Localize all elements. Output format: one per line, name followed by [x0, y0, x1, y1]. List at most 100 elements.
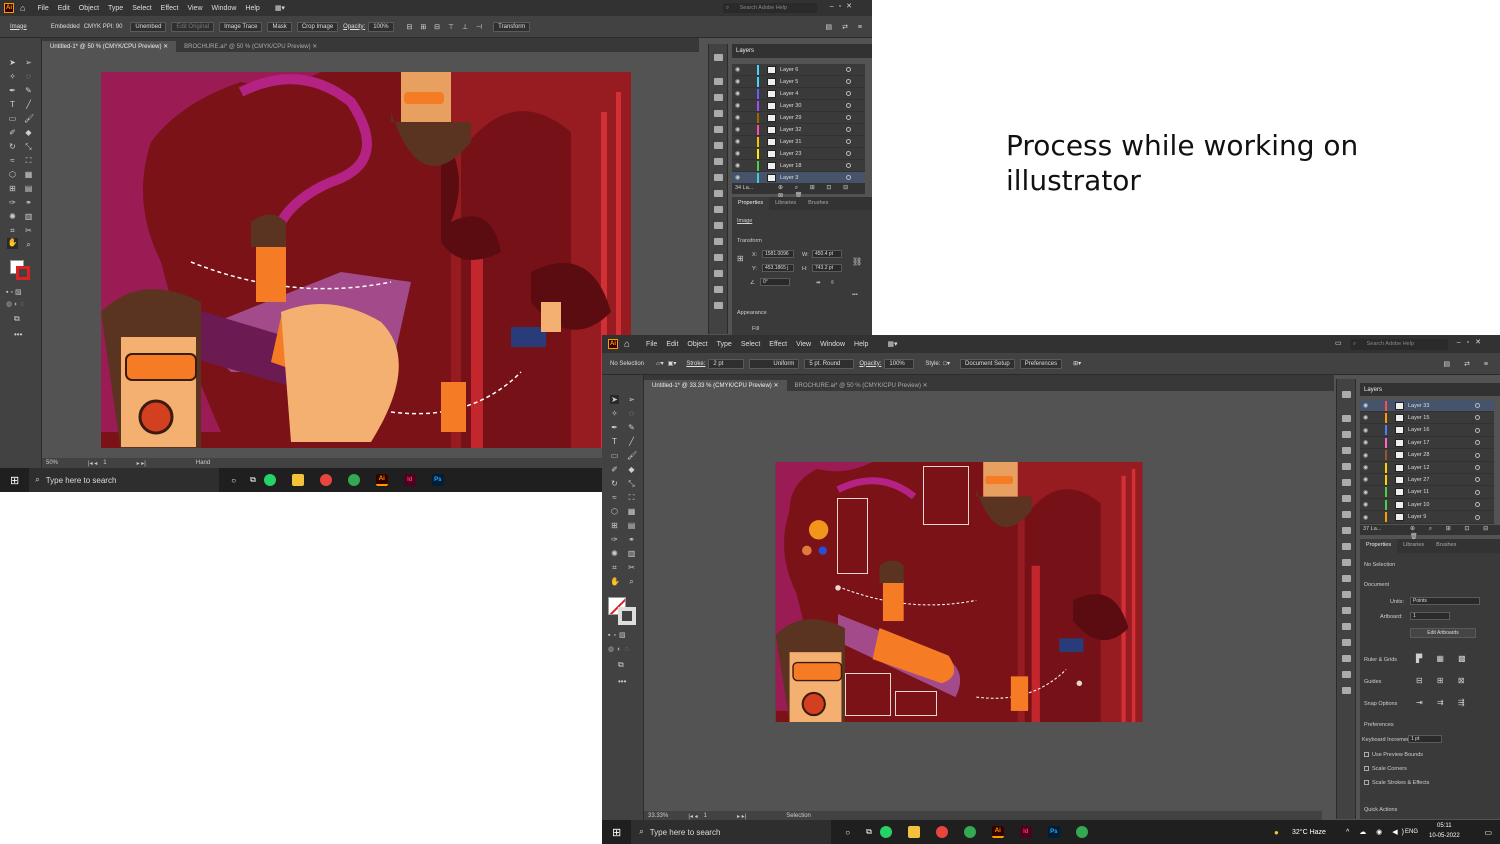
chrome-profile-icon[interactable]	[347, 474, 360, 486]
mesh-icon[interactable]: ⊞	[610, 521, 619, 530]
opacity-field[interactable]: 100%	[884, 358, 915, 369]
target-icon[interactable]	[846, 127, 851, 132]
taskbar-search[interactable]: ⌕ Type here to search	[631, 820, 832, 844]
indesign-icon[interactable]: Id	[403, 474, 416, 486]
gradient-icon[interactable]: ▤	[24, 184, 33, 193]
target-icon[interactable]	[1475, 502, 1480, 508]
indesign-icon[interactable]: Id	[1019, 826, 1032, 838]
tab-untitled[interactable]: Untitled-1* @ 33.33 % (CMYK/CPU Preview)…	[644, 380, 787, 391]
menu-type[interactable]: Type	[717, 341, 732, 348]
menu-help[interactable]: Help	[854, 341, 868, 348]
layer-row[interactable]: ◉ Layer 32	[732, 124, 865, 136]
layer-row[interactable]: ◉ Layer 9	[1360, 512, 1494, 524]
layer-row[interactable]: ◉ Layer 10	[1360, 499, 1494, 512]
y-field[interactable]: 453.1865 j	[762, 264, 794, 272]
help-search-field[interactable]: ⌕ Search Adobe Help	[723, 3, 817, 13]
draw-mode-icons[interactable]: ◍◐◌	[608, 645, 632, 653]
edit-original-button[interactable]: Edit Original	[171, 21, 215, 32]
symbol-sprayer-icon[interactable]: ✺	[610, 549, 619, 558]
curvature-tool-icon[interactable]: ✎	[24, 86, 33, 95]
graph-icon[interactable]: ▥	[627, 549, 636, 558]
menu-object[interactable]: Object	[79, 5, 99, 12]
stroke-swatch[interactable]	[16, 266, 30, 280]
eye-icon[interactable]: ◉	[1363, 414, 1371, 421]
curvature-tool-icon[interactable]: ✎	[627, 423, 636, 432]
stroke-panel-icon[interactable]	[1342, 479, 1351, 486]
scale-corners-checkbox[interactable]: Scale Corners	[1364, 766, 1407, 772]
fill-stroke-swatches[interactable]: ▱▾	[656, 360, 664, 367]
workspace-switcher-icon[interactable]: ▦▾	[275, 4, 285, 12]
flip-icons[interactable]: ⇹ ⇳	[816, 280, 839, 286]
zoom-level[interactable]: 50%	[46, 460, 58, 466]
draw-mode-icons[interactable]: ◍◐◌	[6, 300, 27, 308]
screen-mode-icon[interactable]: ⧉	[618, 660, 624, 670]
ctrl-right-icons[interactable]: ▤ ⇄ ≡	[1444, 360, 1494, 368]
canvas-area[interactable]	[644, 391, 1322, 811]
blend-icon[interactable]: ⚭	[627, 535, 636, 544]
width-tool-icon[interactable]: ≈	[8, 156, 17, 165]
window-controls[interactable]: –▫✕	[1457, 338, 1487, 346]
direct-selection-tool-icon[interactable]: ➢	[627, 395, 636, 404]
symbol-sprayer-icon[interactable]: ✺	[8, 212, 17, 221]
eyedropper-icon[interactable]: ✑	[8, 198, 17, 207]
home-icon[interactable]: ⌂	[20, 3, 25, 13]
paintbrush-icon[interactable]: 🖌	[627, 451, 637, 460]
tray-icons[interactable]: ^ ☁ ◉ ◀)	[1346, 828, 1408, 836]
image-trace-button[interactable]: Image Trace	[219, 21, 263, 32]
mesh-icon[interactable]: ⊞	[8, 184, 17, 193]
eye-icon[interactable]: ◉	[735, 90, 743, 97]
target-icon[interactable]	[846, 151, 851, 156]
eye-icon[interactable]: ◉	[735, 78, 743, 85]
taskbar-search[interactable]: ⌕ Type here to search	[29, 468, 220, 492]
menu-window[interactable]: Window	[820, 341, 845, 348]
free-transform-icon[interactable]: ⛶	[627, 493, 636, 502]
chrome-icon[interactable]	[935, 826, 948, 838]
artboards-panel-icon[interactable]	[1342, 575, 1351, 582]
document-setup-button[interactable]: Document Setup	[960, 358, 1015, 369]
color-mode-icons[interactable]: ▪▫▨	[6, 288, 24, 296]
slice-icon[interactable]: ✂	[627, 563, 636, 572]
placeholder-box[interactable]	[923, 466, 969, 525]
home-icon[interactable]: ⌂	[624, 339, 630, 350]
artboard-icon[interactable]: ⌗	[8, 226, 17, 235]
layer-row-selected[interactable]: ◉ Layer 33	[1360, 400, 1494, 412]
tab-untitled[interactable]: Untitled-1* @ 50 % (CMYK/CPU Preview) ✕	[42, 41, 177, 52]
h-field[interactable]: 743.2 pt	[812, 264, 842, 272]
shaper-tool-icon[interactable]: ✐	[8, 128, 17, 137]
x-field[interactable]: 1581.0096	[762, 250, 794, 258]
illustrator-icon[interactable]: Ai	[375, 474, 388, 486]
more-tools-icon[interactable]: •••	[618, 677, 626, 686]
eye-icon[interactable]: ◉	[735, 66, 743, 73]
snap-icons[interactable]: ⇥ ⇉ ⇶	[1416, 698, 1471, 707]
magic-wand-icon[interactable]: ✧	[610, 409, 619, 418]
task-view-icon[interactable]: ⧉	[250, 475, 256, 485]
rotate-icon[interactable]: ↻	[8, 142, 17, 151]
reference-point-icon[interactable]: ⊞	[737, 254, 744, 263]
eye-icon[interactable]: ◉	[1363, 452, 1371, 459]
artboard-nav-next-icon[interactable]: ▸ ▸|	[137, 460, 146, 467]
layers-footer-icons[interactable]: ⊕ ⌕ ⊞ ⊡ ⊟ 🗑	[1410, 525, 1500, 540]
gradient-panel-icon[interactable]	[1342, 495, 1351, 502]
target-icon[interactable]	[1475, 427, 1480, 433]
shape-builder-icon[interactable]: ⬡	[610, 507, 619, 516]
target-icon[interactable]	[846, 79, 851, 84]
target-icon[interactable]	[1475, 415, 1480, 421]
layer-row[interactable]: ◉ Layer 4	[732, 88, 865, 100]
layer-row[interactable]: ◉ Layer 29	[732, 112, 865, 124]
graphic-styles-icon[interactable]	[714, 206, 723, 213]
libraries-icon[interactable]	[714, 54, 723, 61]
stroke-color[interactable]: ▣▾	[668, 360, 677, 367]
transparency-icon[interactable]	[714, 174, 723, 181]
target-icon[interactable]	[1475, 403, 1480, 408]
zoom-tool-icon[interactable]: ⌕	[627, 577, 636, 586]
align-panel-icon[interactable]	[714, 254, 723, 261]
target-icon[interactable]	[846, 115, 851, 120]
menu-help[interactable]: Help	[245, 5, 259, 12]
scale-icon[interactable]: ⤡	[24, 142, 33, 151]
artboard-number[interactable]: 1	[704, 813, 707, 819]
menu-type[interactable]: Type	[108, 5, 123, 12]
hand-tool-icon[interactable]: ✋	[610, 577, 620, 586]
menu-select[interactable]: Select	[741, 341, 760, 348]
lasso-icon[interactable]: ◌	[627, 409, 636, 418]
stroke-panel-icon[interactable]	[714, 142, 723, 149]
